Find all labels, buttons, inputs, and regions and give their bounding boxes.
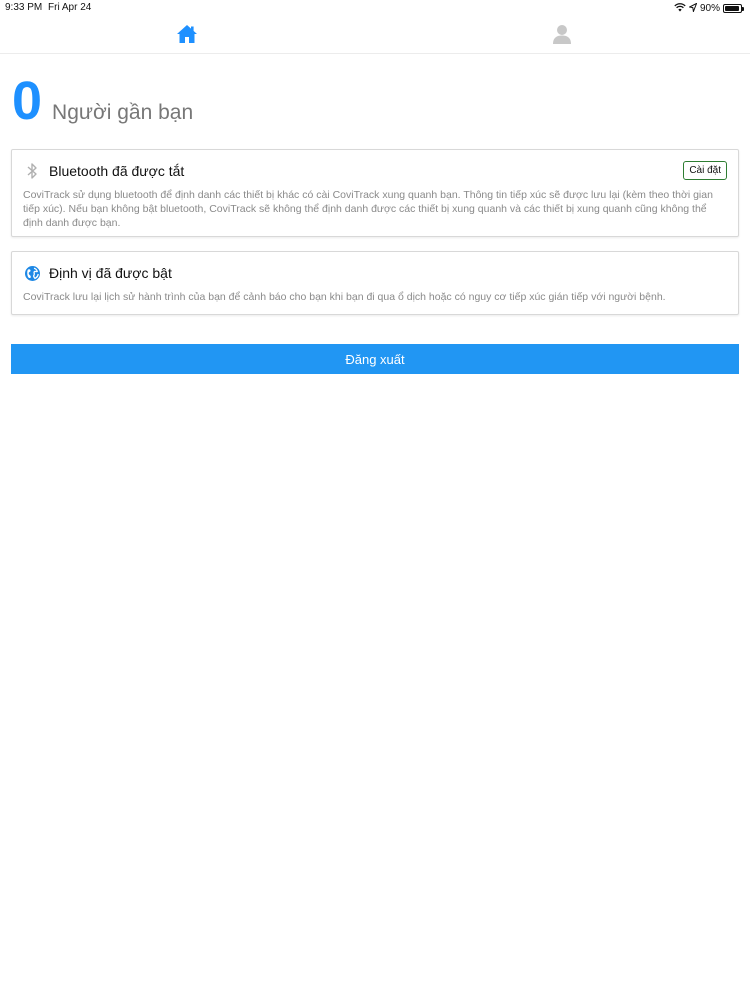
bluetooth-card-title: Bluetooth đã được tắt [49, 163, 185, 179]
logout-button[interactable]: Đăng xuất [11, 344, 739, 374]
nearby-count: 0 [12, 71, 43, 131]
battery-fill [725, 6, 739, 11]
bluetooth-settings-button[interactable]: Cài đặt [683, 161, 727, 180]
status-time: 9:33 PM [5, 2, 43, 13]
battery-percent: 90% [699, 3, 720, 14]
home-icon [175, 25, 199, 50]
status-bar: 9:33 PM Fri Apr 24 90% [0, 0, 750, 16]
location-card-header: Định vị đã được bật [23, 262, 727, 284]
battery-icon [723, 4, 744, 13]
globe-icon [23, 264, 41, 282]
location-card-description: CoviTrack lưu lại lịch sử hành trình của… [23, 291, 666, 303]
bluetooth-card-header: Bluetooth đã được tắt [23, 160, 727, 182]
nearby-label: Người gần bạn [52, 101, 194, 124]
tab-profile[interactable] [550, 22, 574, 46]
wifi-icon [674, 2, 686, 15]
nearby-summary: 0 Người gần bạn [12, 74, 193, 128]
location-card-title: Định vị đã được bật [49, 265, 172, 281]
person-icon [550, 25, 574, 50]
bluetooth-card-description: CoviTrack sử dụng bluetooth để định danh… [23, 189, 713, 229]
bluetooth-status-card: Bluetooth đã được tắt Cài đặt CoviTrack … [11, 149, 739, 237]
bluetooth-icon [23, 162, 41, 180]
status-date: Fri Apr 24 [48, 2, 92, 13]
top-tab-bar [0, 16, 750, 54]
tab-home[interactable] [175, 22, 199, 46]
location-status-card: Định vị đã được bật CoviTrack lưu lại lị… [11, 251, 739, 315]
status-right: 90% [674, 1, 744, 15]
location-arrow-icon [687, 1, 698, 15]
